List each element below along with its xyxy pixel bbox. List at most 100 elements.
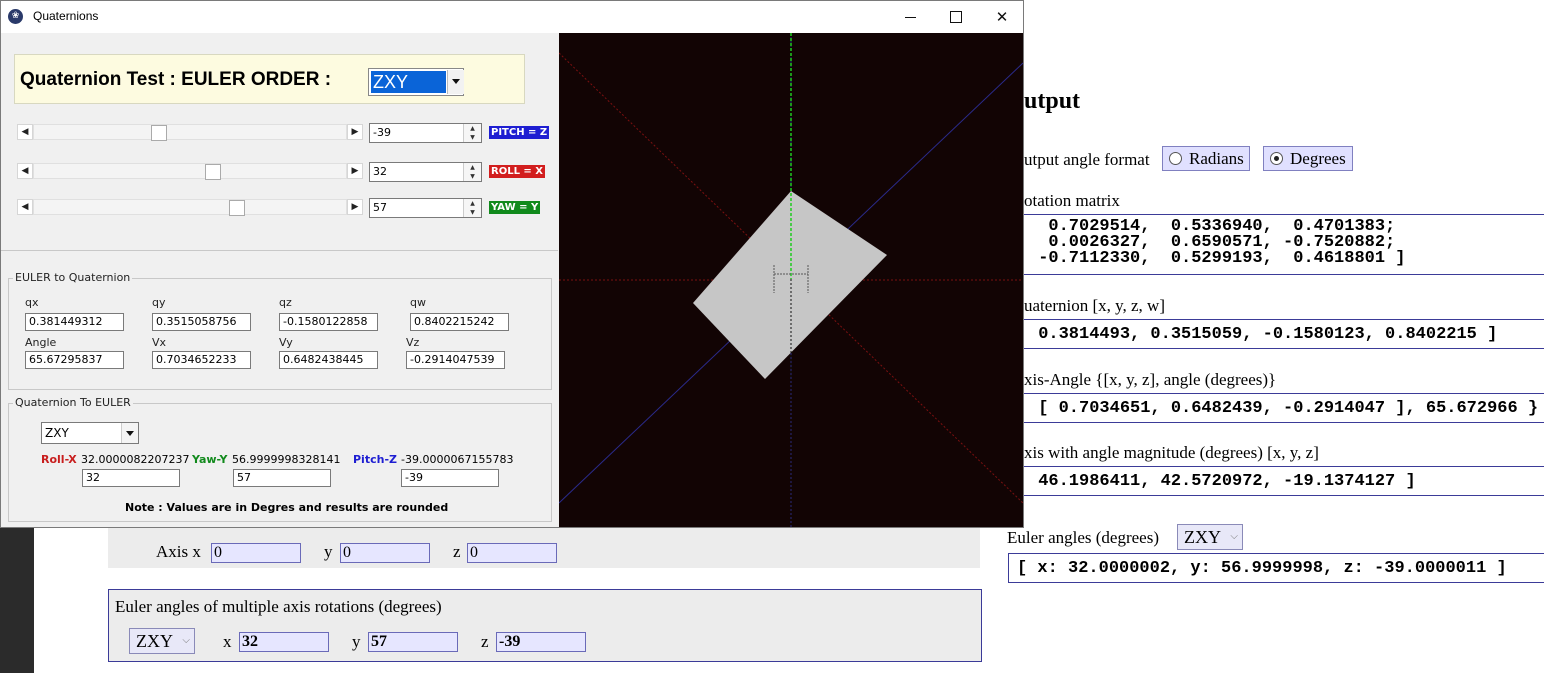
quat-euler-order-select[interactable]: ZXY	[41, 422, 139, 444]
multi-order-select[interactable]: ZXY ⌵	[129, 628, 195, 654]
yaw-y-label: Yaw-Y	[192, 453, 228, 466]
radio-unchecked-icon	[1169, 152, 1182, 165]
multi-x-label: x	[223, 632, 232, 651]
qz-field[interactable]: -0.1580122858	[279, 313, 378, 331]
quat-euler-order-value: ZXY	[45, 426, 69, 440]
euler-order-select[interactable]: ZXY ⌵	[1177, 524, 1243, 550]
qx-field[interactable]: 0.381449312	[25, 313, 124, 331]
multi-y-label: y	[352, 632, 361, 651]
quaternion-to-euler-group: Quaternion To EULER ZXY Roll-X 32.000008…	[8, 396, 552, 522]
axis-angle-value: [ 0.7034651, 0.6482439, -0.2914047 ], 65…	[1028, 399, 1539, 418]
angle-label: Angle	[25, 336, 57, 349]
chevron-down-icon	[126, 431, 134, 436]
multi-z-label: z	[481, 632, 489, 651]
pitch-slider-track[interactable]	[33, 124, 347, 141]
scroll-left-arrow[interactable]: ◀	[17, 199, 33, 215]
axis-magnitude-label: xis with angle magnitude (degrees) [x, y…	[1024, 443, 1319, 462]
vx-label: Vx	[152, 336, 167, 349]
pitch-z-label: Pitch-Z	[353, 453, 397, 466]
euler-order-combo[interactable]: ZXY	[368, 68, 464, 96]
radio-checked-icon	[1270, 152, 1283, 165]
axis-y-label: y	[324, 542, 333, 561]
viewport-canvas	[559, 33, 1023, 527]
window-title: Quaternions	[33, 9, 99, 23]
angle-field[interactable]: 65.67295837	[25, 351, 124, 369]
qw-field[interactable]: 0.8402215242	[410, 313, 509, 331]
slider-yaw-row: ◀ ▶ 57 ▲ ▼ YAW = Y	[17, 198, 562, 218]
yaw-y-field[interactable]: 57	[233, 469, 331, 487]
degrees-label: Degrees	[1290, 149, 1346, 168]
scroll-left-arrow[interactable]: ◀	[17, 163, 33, 179]
vx-field[interactable]: 0.7034652233	[152, 351, 251, 369]
divider	[1, 250, 558, 251]
multi-axis-panel: Euler angles of multiple axis rotations …	[108, 589, 982, 662]
output-title: utput	[1024, 88, 1081, 114]
multi-z-input[interactable]: -39	[496, 632, 586, 652]
yaw-spinbox[interactable]: 57 ▲ ▼	[369, 198, 482, 218]
scroll-right-arrow[interactable]: ▶	[347, 199, 363, 215]
axis-z-input[interactable]: 0	[467, 543, 557, 563]
qz-label: qz	[279, 296, 292, 309]
dropdown-button[interactable]	[121, 423, 138, 443]
header-panel: Quaternion Test : EULER ORDER : ZXY	[14, 54, 525, 104]
multi-y-input[interactable]: 57	[368, 632, 458, 652]
multi-x-input[interactable]: 32	[239, 632, 329, 652]
quaternions-window: ❀ Quaternions ✕ Quaternion Test : EULER …	[0, 0, 1024, 528]
quaternion-label: uaternion [x, y, z, w]	[1024, 296, 1165, 315]
radians-option[interactable]: Radians	[1162, 146, 1250, 171]
pitch-spinbox[interactable]: -39 ▲ ▼	[369, 123, 482, 143]
vz-field[interactable]: -0.2914047539	[406, 351, 505, 369]
pitch-z-value: -39.0000067155783	[401, 453, 514, 466]
spin-down-button[interactable]: ▼	[463, 172, 481, 181]
minimize-button[interactable]	[887, 1, 933, 33]
pitch-slider-thumb[interactable]	[151, 125, 167, 141]
euler-angles-label: Euler angles (degrees)	[1007, 528, 1159, 547]
3d-viewport[interactable]	[559, 33, 1023, 527]
axis-y-input[interactable]: 0	[340, 543, 430, 563]
roll-spinbox[interactable]: 32 ▲ ▼	[369, 162, 482, 182]
yaw-slider-track[interactable]	[33, 199, 347, 216]
roll-x-field[interactable]: 32	[82, 469, 180, 487]
roll-slider-thumb[interactable]	[205, 164, 221, 180]
scroll-left-arrow[interactable]: ◀	[17, 124, 33, 140]
vz-label: Vz	[406, 336, 420, 349]
pitch-z-field[interactable]: -39	[401, 469, 499, 487]
quaternion-box: 0.3814493, 0.3515059, -0.1580123, 0.8402…	[1024, 319, 1544, 349]
angle-format-label: utput angle format	[1024, 150, 1150, 169]
scroll-right-arrow[interactable]: ▶	[347, 163, 363, 179]
group-title: Quaternion To EULER	[13, 396, 133, 409]
roll-slider-track[interactable]	[33, 163, 347, 180]
maximize-button[interactable]	[933, 1, 979, 33]
rotation-matrix-box: 0.7029514, 0.5336940, 0.4701383; 0.00263…	[1024, 214, 1544, 275]
chevron-down-icon: ⌵	[182, 635, 190, 646]
euler-to-quaternion-group: EULER to Quaternion qx 0.381449312 qy 0.…	[8, 271, 552, 390]
group-title: EULER to Quaternion	[13, 271, 133, 284]
vy-field[interactable]: 0.6482438445	[279, 351, 378, 369]
paw-icon: ❀	[8, 9, 23, 24]
minimize-icon	[904, 16, 916, 18]
close-button[interactable]: ✕	[979, 1, 1025, 33]
yaw-slider-thumb[interactable]	[229, 200, 245, 216]
spin-down-button[interactable]: ▼	[463, 208, 481, 217]
maximize-icon	[950, 11, 962, 23]
axis-magnitude-value: 46.1986411, 42.5720972, -19.1374127 ]	[1028, 472, 1416, 491]
quaternion-value: 0.3814493, 0.3515059, -0.1580123, 0.8402…	[1028, 325, 1498, 344]
dropdown-button[interactable]	[447, 70, 464, 94]
yaw-tag: YAW = Y	[489, 201, 541, 214]
qy-field[interactable]: 0.3515058756	[152, 313, 251, 331]
title-bar[interactable]: ❀ Quaternions ✕	[1, 1, 1023, 33]
rounding-note: Note : Values are in Degres and results …	[125, 501, 449, 514]
axis-x-input[interactable]: 0	[211, 543, 301, 563]
radians-label: Radians	[1189, 149, 1244, 168]
slider-pitch-row: ◀ ▶ -39 ▲ ▼ PITCH = Z	[17, 123, 562, 143]
scroll-right-arrow[interactable]: ▶	[347, 124, 363, 140]
roll-value: 32	[373, 165, 387, 178]
degrees-option[interactable]: Degrees	[1263, 146, 1353, 171]
pitch-tag: PITCH = Z	[489, 126, 550, 139]
spin-down-button[interactable]: ▼	[463, 133, 481, 142]
euler-angles-box: [ x: 32.0000002, y: 56.9999998, z: -39.0…	[1008, 553, 1544, 583]
axis-x-label: Axis x	[156, 542, 201, 561]
pitch-value: -39	[373, 126, 391, 139]
rotation-matrix-label: otation matrix	[1024, 191, 1120, 210]
rotation-row: -0.7112330, 0.5299193, 0.4618801 ]	[1028, 249, 1406, 268]
